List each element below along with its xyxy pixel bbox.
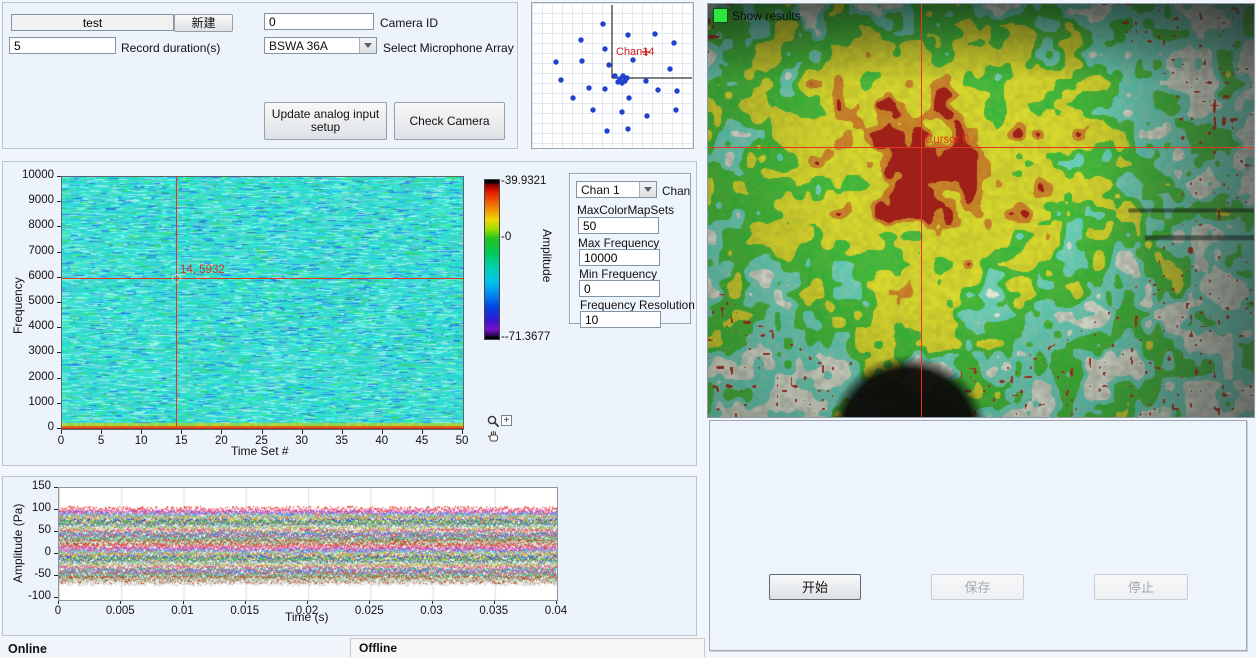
spectrogram-panel: Frequency 010002000300040005000600070008…: [2, 161, 697, 466]
spectrogram-ytick: 8000: [12, 219, 54, 231]
min-frequency-label: Min Frequency: [579, 267, 657, 281]
save-button: 保存: [931, 574, 1024, 600]
stop-button: 停止: [1094, 574, 1188, 600]
camera-cursor-hline[interactable]: [708, 147, 1254, 148]
spectrogram-ytick: 3000: [12, 345, 54, 357]
online-status: Online: [8, 642, 47, 656]
waveform-panel: Amplitude (Pa) 150100500-50-100 00.0050.…: [2, 476, 697, 636]
mic-array-selected-value: BSWA 36A: [265, 38, 359, 53]
show-results-label: Show results: [732, 9, 801, 23]
update-analog-line2: setup: [311, 121, 340, 134]
spectrogram-ytick: 7000: [12, 245, 54, 257]
waveform-xtick: 0.03: [412, 605, 452, 617]
record-duration-input[interactable]: [9, 37, 116, 54]
waveform-ytick: -50: [11, 568, 51, 580]
max-colormap-label: MaxColorMapSets: [577, 203, 674, 217]
chevron-down-icon[interactable]: [639, 182, 656, 197]
max-frequency-label: Max Frequency: [578, 236, 659, 250]
waveform-xtick: 0.015: [225, 605, 265, 617]
colorbar: [484, 179, 500, 340]
spectrogram-ytick: 9000: [12, 194, 54, 206]
colorbar-axis-label: Amplitude: [540, 229, 554, 282]
max-colormap-input[interactable]: [578, 217, 659, 234]
mic-array-highlight-label: Chan14: [616, 45, 655, 59]
camera-id-input[interactable]: [264, 13, 374, 30]
session-name-input[interactable]: [11, 14, 174, 31]
colorbar-min-label: -71.3677: [501, 331, 550, 343]
max-frequency-input[interactable]: [579, 249, 660, 266]
waveform-ytick: 150: [11, 480, 51, 492]
chan-selected-value: Chan 1: [577, 182, 639, 197]
spectrogram-xtick: 40: [367, 435, 397, 447]
waveform-xtick: 0.035: [474, 605, 514, 617]
frequency-resolution-input[interactable]: [580, 311, 661, 328]
spectrogram-xtick: 35: [327, 435, 357, 447]
offline-status: Offline: [350, 638, 705, 657]
waveform-xtick: 0.04: [536, 605, 576, 617]
spectrogram-xtick: 45: [407, 435, 437, 447]
spectrogram-xlabel: Time Set #: [231, 444, 289, 458]
check-camera-button[interactable]: Check Camera: [394, 102, 505, 140]
spectrogram-xtick: 5: [86, 435, 116, 447]
waveform-xtick: 0.005: [100, 605, 140, 617]
spectrogram-ytick: 2000: [12, 371, 54, 383]
colorbar-max-label: 39.9321: [501, 175, 546, 187]
waveform-xtick: 0: [38, 605, 78, 617]
waveform-xlabel: Time (s): [285, 610, 329, 624]
waveform-ytick: 100: [11, 502, 51, 514]
zoom-plus-box-icon[interactable]: +: [501, 415, 512, 426]
chan-label: Chan: [662, 184, 690, 198]
chevron-down-icon[interactable]: [359, 38, 376, 53]
new-button[interactable]: 新建: [174, 14, 233, 32]
display-controls-box: Chan 1 Chan MaxColorMapSets Max Frequenc…: [569, 173, 691, 324]
acoustic-camera-app: { "config": { "session_name": "test", "n…: [0, 0, 1256, 658]
spectrogram-ytick: 5000: [12, 295, 54, 307]
camera-heatmap[interactable]: [708, 4, 1254, 417]
spectrogram-ytick: 4000: [12, 320, 54, 332]
spectrogram-ytick: 6000: [12, 270, 54, 282]
waveform-plot[interactable]: [58, 487, 558, 601]
frequency-resolution-label: Frequency Resolution: [580, 298, 695, 312]
spectrogram-cursor-readout: 14, 5932: [180, 264, 225, 276]
config-panel: 新建 Camera ID Record duration(s) BSWA 36A…: [2, 2, 518, 149]
waveform-ytick: -100: [11, 590, 51, 602]
actions-panel: 开始 保存 停止: [709, 420, 1247, 651]
camera-cursor-vline[interactable]: [921, 4, 922, 417]
colorbar-mid-label: 0: [501, 231, 511, 243]
spectrogram-ytick: 1000: [12, 396, 54, 408]
spectrogram-plot[interactable]: [61, 176, 464, 430]
chan-select[interactable]: Chan 1: [576, 181, 657, 198]
waveform-ytick: 0: [11, 546, 51, 558]
waveform-xtick: 0.01: [163, 605, 203, 617]
mic-array-scatter: [532, 3, 693, 148]
spectrogram-xtick: 50: [447, 435, 477, 447]
camera-view: Cursor 0 Show results: [707, 3, 1255, 418]
camera-cursor-label: Cursor 0: [925, 134, 969, 146]
waveform-xtick: 0.025: [349, 605, 389, 617]
min-frequency-input[interactable]: [579, 280, 660, 297]
mic-array-label: Select Microphone Array: [383, 41, 514, 55]
spectrogram-xtick: 0: [46, 435, 76, 447]
show-results-checkbox[interactable]: [713, 8, 728, 23]
spectrogram-ytick: 10000: [12, 169, 54, 181]
mic-array-plot: Chan14: [531, 2, 694, 149]
camera-id-label: Camera ID: [380, 16, 438, 30]
spectrogram-xtick: 30: [287, 435, 317, 447]
zoom-tool-icon[interactable]: [486, 414, 501, 429]
record-duration-label: Record duration(s): [121, 41, 220, 55]
waveform-ytick: 50: [11, 524, 51, 536]
update-analog-input-button[interactable]: Update analog input setup: [264, 102, 387, 140]
spectrogram-xtick: 15: [166, 435, 196, 447]
mic-array-select[interactable]: BSWA 36A: [264, 37, 377, 54]
spectrogram-cursor-hline[interactable]: [61, 278, 463, 279]
pan-hand-icon[interactable]: [486, 429, 501, 444]
start-button[interactable]: 开始: [769, 574, 861, 600]
spectrogram-cursor-vline[interactable]: [176, 176, 177, 429]
spectrogram-ytick: 0: [12, 421, 54, 433]
spectrogram-xtick: 10: [126, 435, 156, 447]
